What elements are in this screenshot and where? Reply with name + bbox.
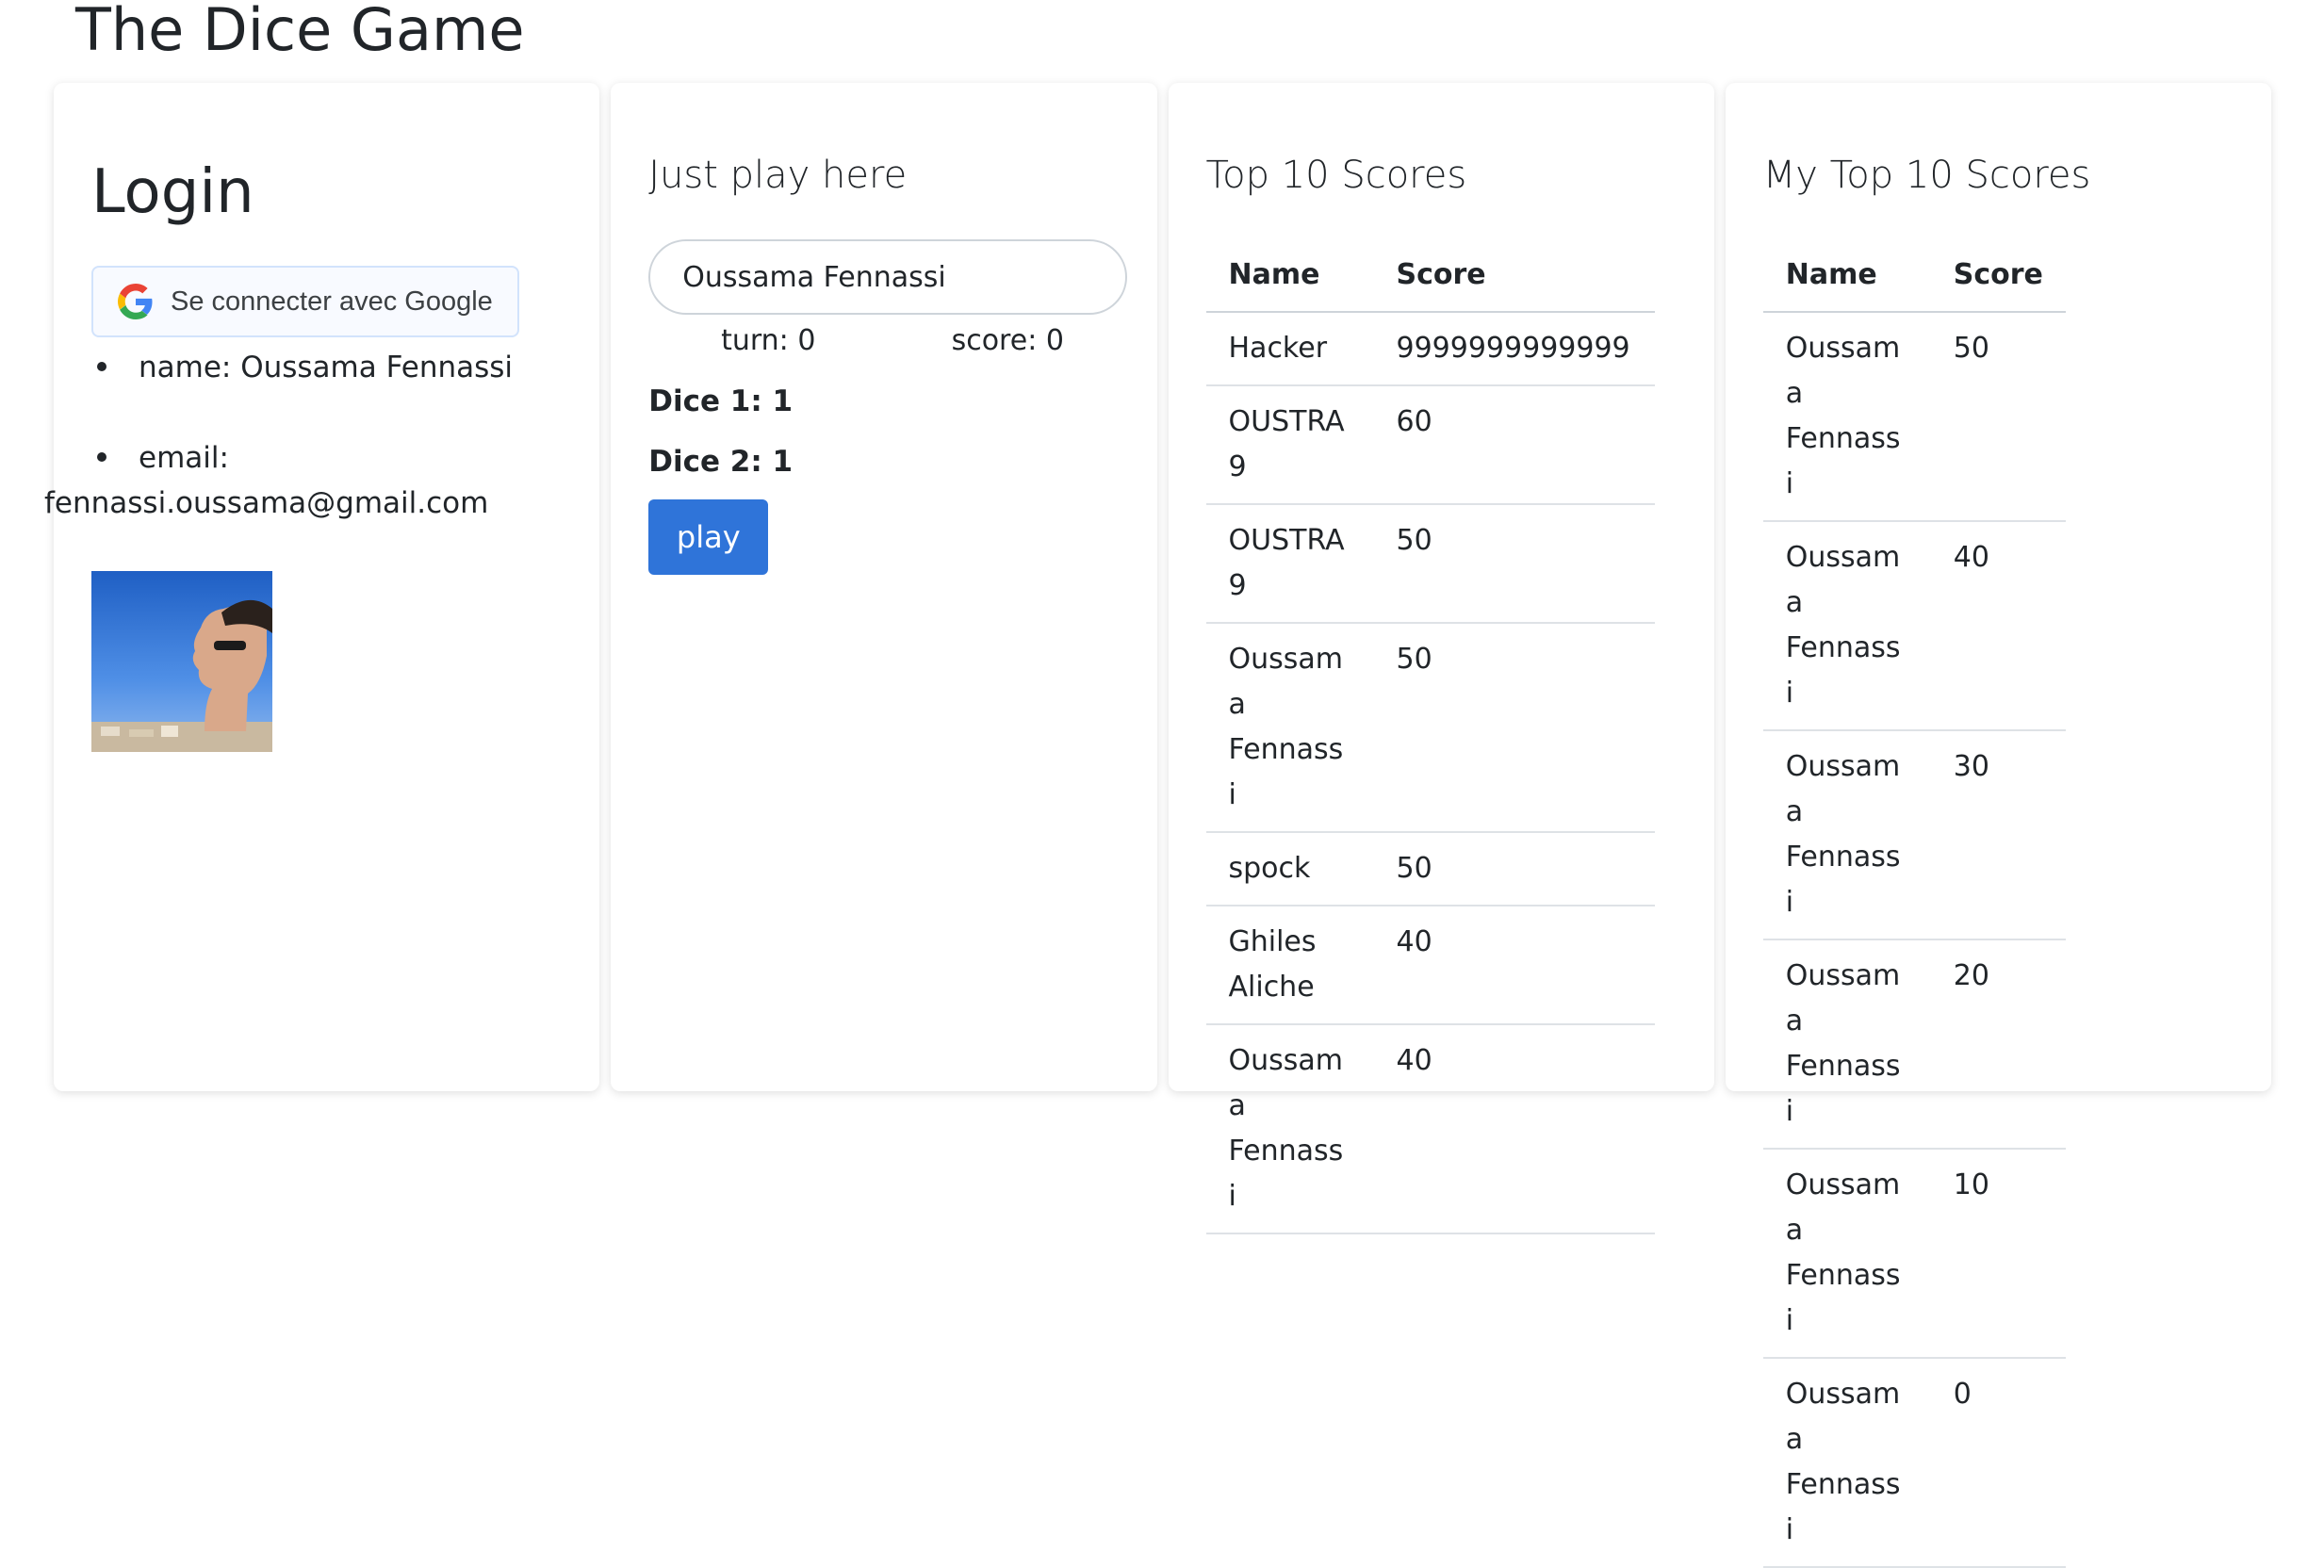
- score-name-cell: Oussama Fennassi: [1205, 1024, 1374, 1234]
- my-scores-card: My Top 10 Scores Name Score Oussama Fenn…: [1725, 83, 2271, 1568]
- google-signin-label: Se connecter avec Google: [171, 286, 493, 317]
- bullet: [97, 361, 106, 371]
- score-value-cell: 50: [1373, 504, 1655, 624]
- dice-1-value: Dice 1: 1: [648, 384, 794, 418]
- table-row: Oussama Fennassi 20: [1762, 939, 2066, 1150]
- top-scores-heading: Top 10 Scores: [1205, 154, 1467, 197]
- column-header-name: Name: [1205, 239, 1374, 313]
- user-name-text: name: Oussama Fennassi: [139, 351, 514, 384]
- score-counter: score: 0: [951, 324, 1064, 357]
- play-card: Just play here turn: 0 score: 0 Dice 1: …: [611, 83, 1157, 1091]
- table-header-row: Name Score: [1205, 239, 1655, 313]
- bullet: [97, 451, 106, 462]
- table-row: spock 50: [1205, 832, 1655, 906]
- table-row: Oussama Fennassi 50: [1762, 312, 2066, 522]
- my-scores-body: Oussama Fennassi 50 Oussama Fennassi 40 Ouss…: [1762, 312, 2066, 1568]
- score-name-cell: Oussama Fennassi: [1762, 312, 1931, 522]
- table-row: Oussama Fennassi 10: [1762, 1149, 2066, 1359]
- score-name-cell: Oussama Fennassi: [1762, 1149, 1931, 1359]
- top-scores-table: Name Score Hacker 9999999999999 OUSTRA 9 60…: [1205, 239, 1655, 1234]
- play-heading: Just play here: [648, 154, 908, 197]
- table-row: OUSTRA 9 50: [1205, 504, 1655, 624]
- score-value-cell: 40: [1373, 906, 1655, 1025]
- score-value-cell: 9999999999999: [1373, 312, 1655, 386]
- score-name-cell: Ghiles Aliche: [1205, 906, 1374, 1025]
- table-row: Ghiles Aliche 40: [1205, 906, 1655, 1025]
- player-name-input[interactable]: [648, 239, 1128, 315]
- table-row: Oussama Fennassi 50: [1205, 623, 1655, 833]
- column-header-name: Name: [1762, 239, 1931, 313]
- score-value-cell: 60: [1373, 385, 1655, 505]
- top-scores-body: Hacker 9999999999999 OUSTRA 9 60 OUSTRA 9 50 O…: [1205, 312, 1655, 1234]
- score-name-cell: Oussama Fennassi: [1762, 939, 1931, 1150]
- score-value-cell: 50: [1373, 623, 1655, 833]
- app-title: The Dice Game: [75, 0, 525, 64]
- table-row: Oussama Fennassi 30: [1762, 730, 2066, 940]
- score-value-cell: 20: [1930, 939, 2066, 1150]
- score-name-cell: Hacker: [1205, 312, 1374, 386]
- score-name-cell: Oussama Fennassi: [1762, 730, 1931, 940]
- table-header-row: Name Score: [1762, 239, 2066, 313]
- main-columns: Login Se connecter avec Google name: Ous…: [44, 83, 2271, 1568]
- play-button[interactable]: play: [648, 499, 769, 575]
- user-name-item: name: Oussama Fennassi: [91, 345, 562, 390]
- score-value-cell: 40: [1373, 1024, 1655, 1234]
- login-heading: Login: [91, 157, 254, 227]
- table-row: Hacker 9999999999999: [1205, 312, 1655, 386]
- table-row: OUSTRA 9 60: [1205, 385, 1655, 505]
- score-value-cell: 50: [1930, 312, 2066, 522]
- user-email-label: email:: [139, 441, 229, 475]
- score-value-cell: 40: [1930, 521, 2066, 731]
- score-name-cell: spock: [1205, 832, 1374, 906]
- profile-photo: [91, 571, 272, 752]
- login-card: Login Se connecter avec Google name: Ous…: [44, 83, 600, 1091]
- score-value-cell: 30: [1930, 730, 2066, 940]
- score-value-cell: 0: [1930, 1358, 2066, 1568]
- table-row: Oussama Fennassi 40: [1762, 521, 2066, 731]
- table-row: Oussama Fennassi 40: [1205, 1024, 1655, 1234]
- game-stats: turn: 0 score: 0: [648, 320, 1127, 362]
- score-value-cell: 10: [1930, 1149, 2066, 1359]
- score-name-cell: Oussama Fennassi: [1762, 521, 1931, 731]
- score-name-cell: OUSTRA 9: [1205, 385, 1374, 505]
- user-email-item: email: fennassi.oussama@gmail.com: [44, 435, 562, 526]
- top-scores-card: Top 10 Scores Name Score Hacker 999999999…: [1168, 83, 1714, 1234]
- my-scores-heading: My Top 10 Scores: [1762, 154, 2091, 197]
- column-header-score: Score: [1373, 239, 1655, 313]
- column-header-score: Score: [1930, 239, 2066, 313]
- dice-2-value: Dice 2: 1: [648, 445, 794, 479]
- score-name-cell: OUSTRA 9: [1205, 504, 1374, 624]
- user-email-value: fennassi.oussama@gmail.com: [44, 486, 489, 520]
- my-scores-table: Name Score Oussama Fennassi 50 Oussama Fen…: [1762, 239, 2066, 1568]
- user-info-list: name: Oussama Fennassi email: fennassi.ou…: [44, 345, 562, 526]
- score-value-cell: 50: [1373, 832, 1655, 906]
- score-name-cell: Oussama Fennassi: [1205, 623, 1374, 833]
- table-row: Oussama Fennassi 0: [1762, 1358, 2066, 1568]
- google-signin-button[interactable]: Se connecter avec Google: [91, 266, 519, 337]
- score-name-cell: Oussama Fennassi: [1762, 1358, 1931, 1568]
- turn-counter: turn: 0: [721, 324, 816, 357]
- google-g-icon: [118, 284, 153, 319]
